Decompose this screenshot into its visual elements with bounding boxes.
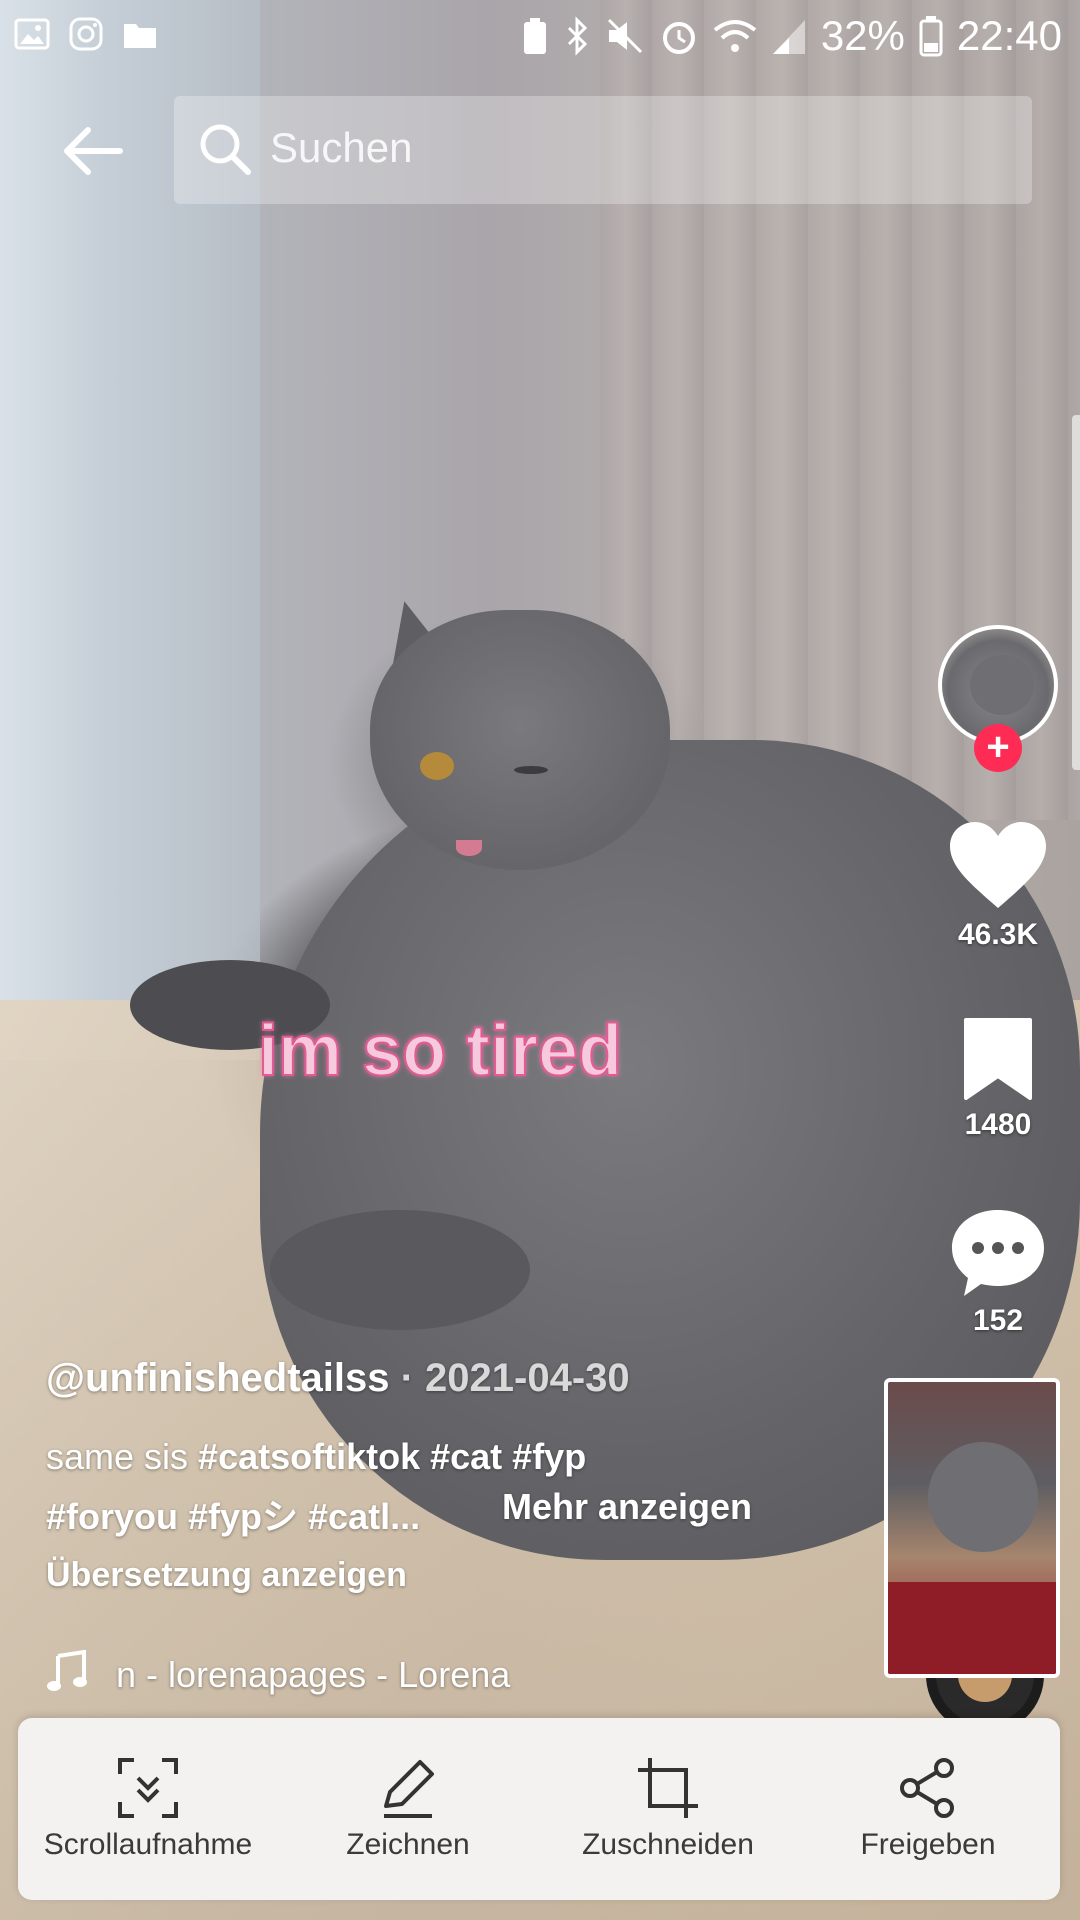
cat-eye bbox=[420, 752, 454, 780]
gallery-icon bbox=[14, 18, 50, 50]
description-line-2[interactable]: #foryou #fypシ #catl... bbox=[46, 1488, 420, 1540]
search-input[interactable]: Suchen bbox=[174, 96, 1032, 204]
description-line-1: same sis #catsoftiktok #cat #fyp bbox=[46, 1436, 586, 1478]
thumbnail-bottom bbox=[888, 1582, 1056, 1674]
scroll-capture-icon bbox=[118, 1758, 178, 1818]
save-button[interactable]: 1480 bbox=[940, 1016, 1056, 1142]
share-icon bbox=[900, 1758, 954, 1818]
action-label: Zeichnen bbox=[346, 1828, 470, 1861]
scroll-capture-button[interactable]: Scrollaufnahme bbox=[18, 1718, 278, 1900]
status-bar: 32% 22:40 bbox=[0, 0, 1080, 74]
follow-button[interactable]: + bbox=[974, 724, 1022, 772]
battery-saver-icon bbox=[523, 18, 546, 54]
edge-panel-handle[interactable] bbox=[1072, 415, 1080, 770]
wifi-icon bbox=[713, 20, 757, 52]
mute-icon bbox=[607, 18, 642, 54]
signal-icon bbox=[772, 20, 805, 54]
screenshot-toolbar: Scrollaufnahme Zeichnen Zuschneiden Frei… bbox=[18, 1718, 1060, 1900]
cat-paw bbox=[270, 1210, 530, 1330]
save-count: 1480 bbox=[964, 1108, 1032, 1141]
action-label: Scrollaufnahme bbox=[43, 1828, 253, 1861]
pen-icon bbox=[384, 1760, 434, 1818]
like-count: 46.3K bbox=[957, 918, 1039, 951]
comment-count: 152 bbox=[972, 1304, 1024, 1337]
draw-button[interactable]: Zeichnen bbox=[278, 1718, 538, 1900]
clock: 22:40 bbox=[956, 12, 1062, 59]
comment-icon bbox=[952, 1210, 1044, 1296]
action-label: Freigeben bbox=[860, 1828, 996, 1861]
cat-eye-closed bbox=[514, 766, 548, 774]
heart-icon bbox=[950, 822, 1046, 908]
action-label: Zuschneiden bbox=[582, 1828, 754, 1861]
search-icon bbox=[200, 124, 251, 175]
thumbnail-cat bbox=[928, 1442, 1038, 1552]
search-placeholder: Suchen bbox=[270, 124, 413, 171]
music-title[interactable]: n - lorenapages - Lorena bbox=[116, 1654, 510, 1696]
like-button[interactable]: 46.3K bbox=[940, 820, 1056, 952]
battery-icon bbox=[919, 16, 943, 57]
cat-head bbox=[370, 610, 670, 870]
description-text: same sis bbox=[46, 1436, 199, 1477]
cat-tongue bbox=[456, 840, 482, 856]
post-date: 2021-04-30 bbox=[425, 1356, 630, 1400]
arrow-left-icon bbox=[64, 127, 123, 175]
music-note-icon bbox=[47, 1650, 87, 1691]
post-author-line[interactable]: @unfinishedtailss · 2021-04-30 bbox=[46, 1356, 630, 1401]
back-button[interactable] bbox=[58, 116, 128, 186]
comment-button[interactable]: 152 bbox=[940, 1206, 1056, 1338]
folder-icon bbox=[124, 24, 156, 48]
avatar-cat bbox=[970, 655, 1034, 715]
hashtags[interactable]: #catsoftiktok #cat #fyp bbox=[198, 1436, 586, 1477]
alarm-icon bbox=[662, 22, 695, 54]
bookmark-icon bbox=[964, 1018, 1032, 1100]
instagram-icon bbox=[69, 17, 103, 51]
translate-button[interactable]: Übersetzung anzeigen bbox=[46, 1556, 407, 1595]
separator: · bbox=[389, 1356, 426, 1400]
bluetooth-icon bbox=[567, 16, 587, 56]
screenshot-thumbnail[interactable] bbox=[884, 1378, 1060, 1678]
more-button[interactable]: Mehr anzeigen bbox=[502, 1486, 752, 1528]
share-button[interactable]: Freigeben bbox=[798, 1718, 1058, 1900]
battery-percent: 32% bbox=[820, 12, 905, 59]
author-handle[interactable]: @unfinishedtailss bbox=[46, 1356, 390, 1400]
video-overlay-caption: im so tired bbox=[257, 1010, 623, 1092]
music-icon-wrap bbox=[46, 1650, 88, 1694]
crop-icon bbox=[638, 1758, 698, 1818]
crop-button[interactable]: Zuschneiden bbox=[538, 1718, 798, 1900]
